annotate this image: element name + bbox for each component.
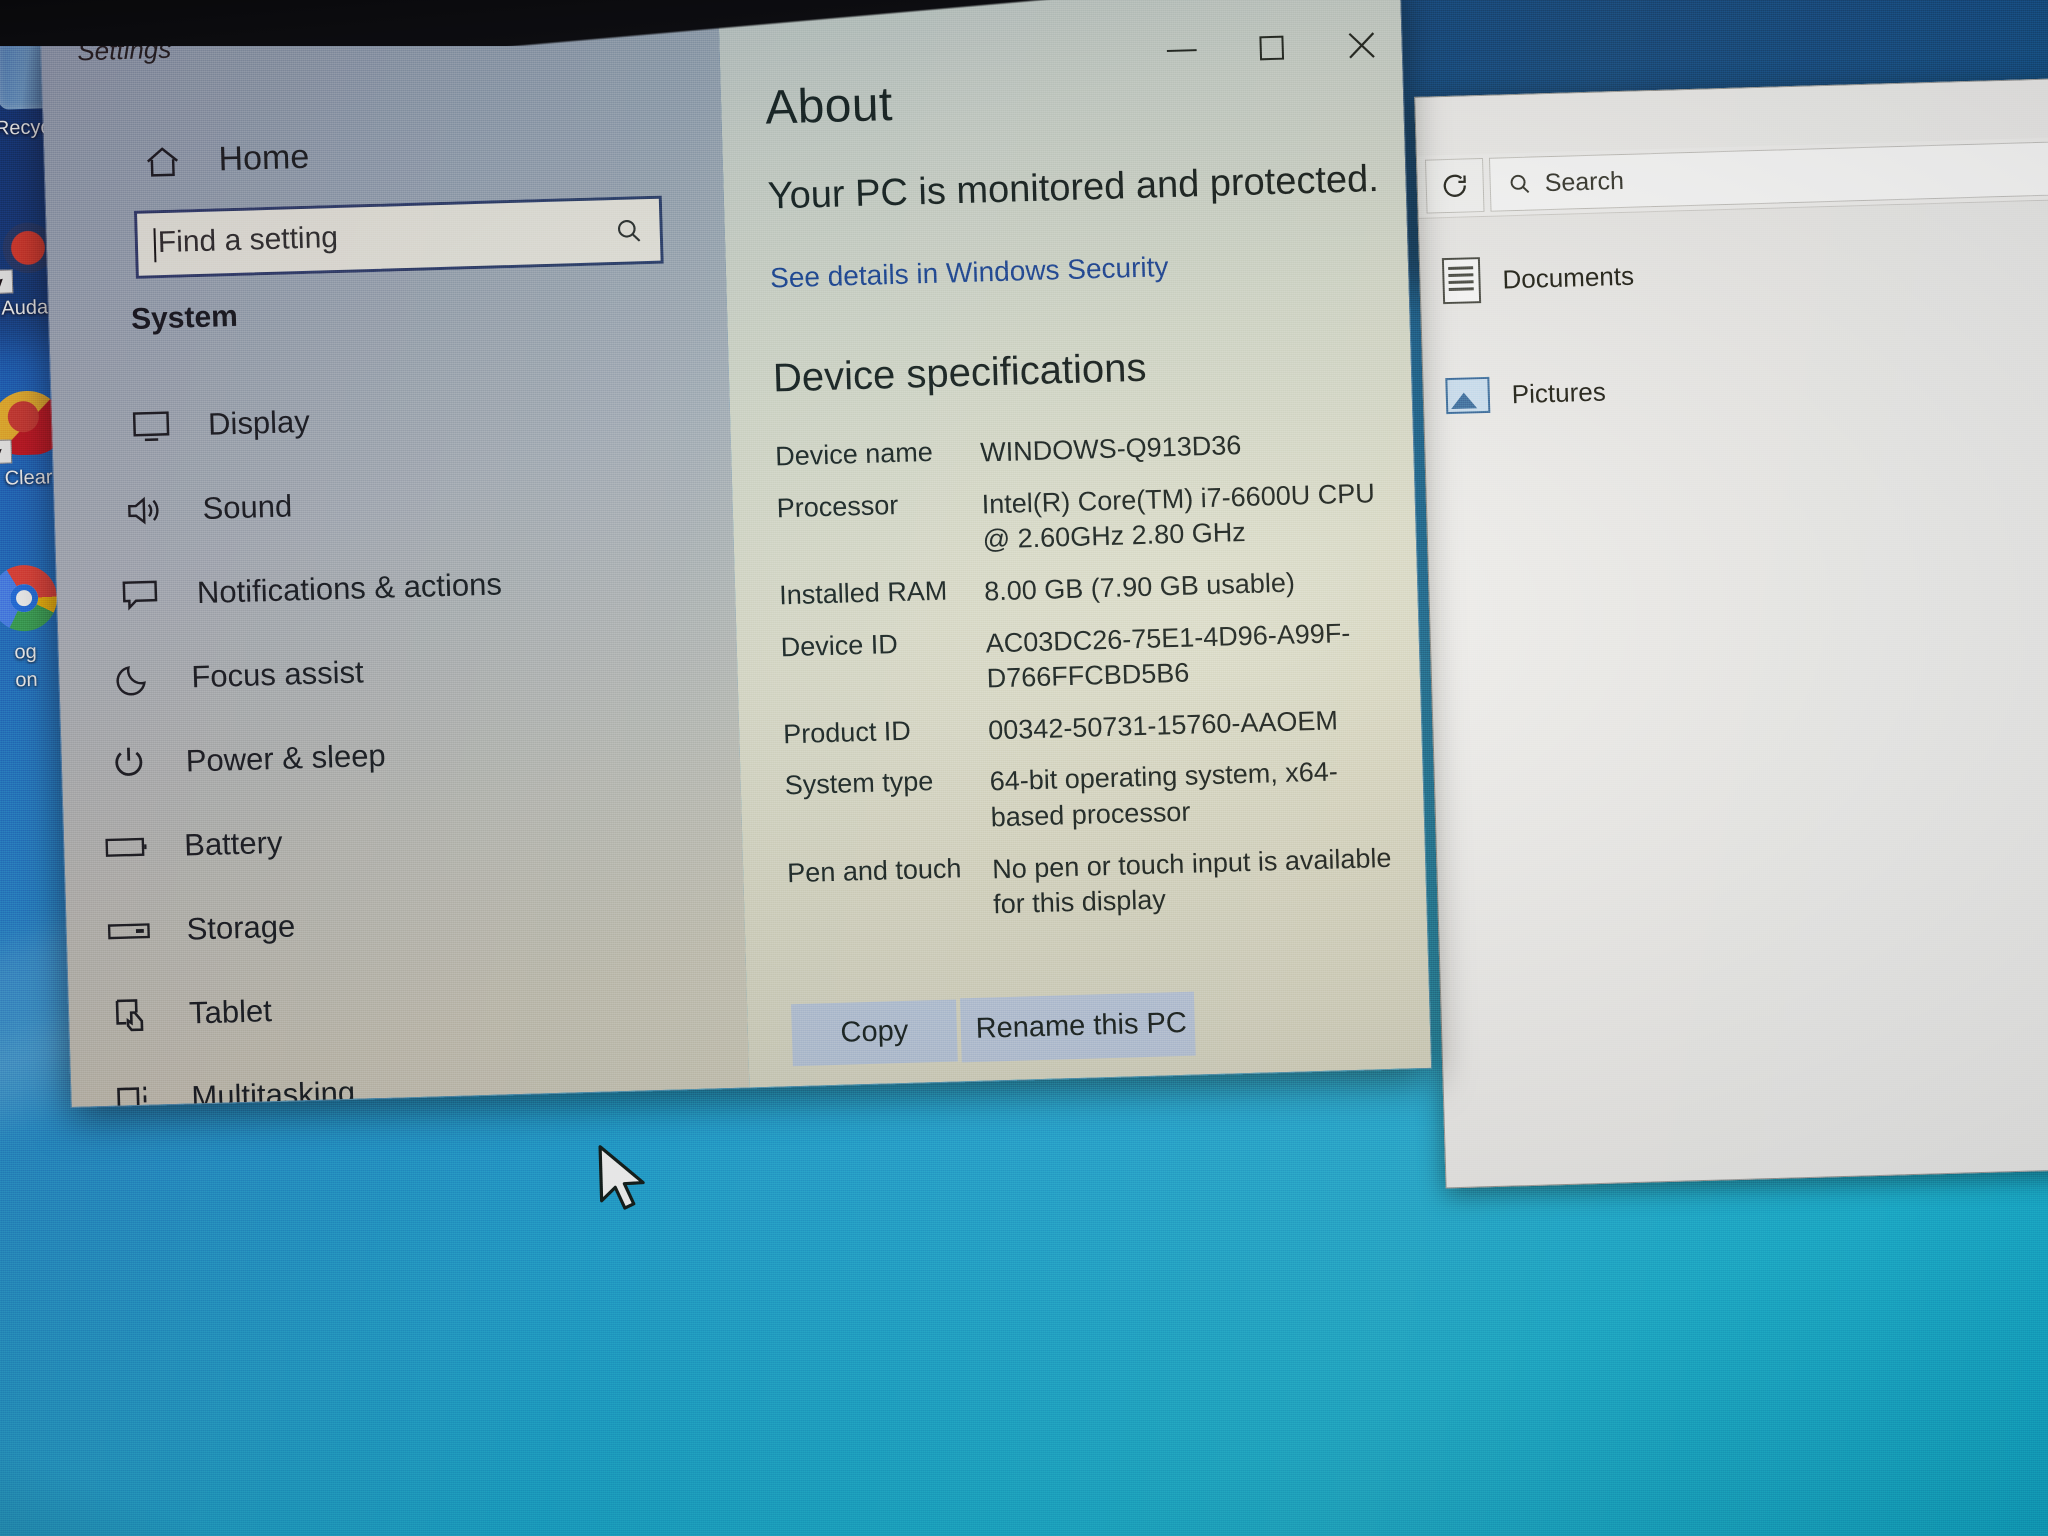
spec-row: System type 64-bit operating system, x64… bbox=[784, 753, 1404, 842]
sidebar-section-header: System bbox=[130, 299, 239, 336]
spec-value: AC03DC26-75E1-4D96-A99F-D766FFCBD5B6 bbox=[985, 617, 1351, 694]
refresh-icon[interactable] bbox=[1425, 157, 1485, 214]
settings-content: About Your PC is monitored and protected… bbox=[718, 0, 1432, 1088]
speaker-icon bbox=[122, 493, 169, 528]
spec-key: Device name bbox=[774, 436, 934, 472]
sidebar-item-label: Power & sleep bbox=[185, 737, 387, 779]
screen-photo: Recycle Audac Clear og on Search Documen… bbox=[0, 0, 2048, 1536]
spec-row: Pen and touch No pen or touch input is a… bbox=[787, 840, 1407, 929]
explorer-item-label: Pictures bbox=[1511, 376, 1607, 409]
sidebar-item-label: Battery bbox=[183, 824, 283, 863]
spec-value: 8.00 GB (7.90 GB usable) bbox=[983, 567, 1296, 607]
monitor-bezel-top-curve bbox=[0, 0, 2048, 46]
spec-row: Processor Intel(R) Core(TM) i7-6600U CPU… bbox=[776, 475, 1396, 564]
document-icon bbox=[1441, 257, 1482, 305]
spec-row: Device name WINDOWS-Q913D36 bbox=[775, 424, 1394, 477]
mouse-cursor bbox=[598, 1145, 645, 1210]
explorer-search-input[interactable]: Search bbox=[1488, 140, 2048, 212]
shortcut-overlay-icon bbox=[0, 269, 14, 295]
rename-this-pc-button[interactable]: Rename this PC bbox=[960, 991, 1197, 1063]
sidebar-item-label: Tablet bbox=[188, 993, 273, 1031]
battery-icon bbox=[104, 834, 151, 861]
spec-key: Processor bbox=[776, 489, 899, 524]
spec-key: Device ID bbox=[780, 628, 899, 662]
shortcut-overlay-icon bbox=[0, 439, 13, 465]
sidebar-item-label: Multitasking bbox=[190, 1074, 356, 1109]
spec-key: System type bbox=[784, 766, 934, 801]
spec-row: Product ID 00342-50731-15760-AAOEM bbox=[783, 701, 1402, 754]
about-pane: About Your PC is monitored and protected… bbox=[764, 63, 1416, 1108]
explorer-item-label: Documents bbox=[1502, 260, 1635, 294]
sidebar-nav-list: Display Sound Notifications & actions Fo… bbox=[91, 368, 751, 1109]
drive-icon bbox=[106, 920, 153, 943]
explorer-list-item[interactable]: Documents bbox=[1419, 225, 2048, 319]
spec-row: Device ID AC03DC26-75E1-4D96-A99F-D766FF… bbox=[780, 614, 1400, 703]
spec-value: WINDOWS-Q913D36 bbox=[979, 430, 1242, 468]
desktop-screen: Recycle Audac Clear og on Search Documen… bbox=[0, 0, 2048, 1536]
moon-icon bbox=[111, 660, 158, 697]
power-icon bbox=[105, 744, 152, 783]
protection-status: Your PC is monitored and protected. bbox=[767, 157, 1380, 218]
picture-icon bbox=[1445, 376, 1491, 415]
spec-key: Installed RAM bbox=[778, 575, 948, 611]
settings-sidebar: Settings Home Find a setting System Disp… bbox=[40, 0, 751, 1109]
spec-value: No pen or touch input is available for t… bbox=[991, 842, 1392, 920]
spec-value: Intel(R) Core(TM) i7-6600U CPU @ 2.60GHz… bbox=[981, 477, 1376, 555]
sidebar-item-label: Storage bbox=[186, 908, 296, 947]
sidebar-item-label: Sound bbox=[202, 488, 293, 526]
spec-key: Product ID bbox=[782, 715, 912, 750]
sidebar-home-label: Home bbox=[217, 137, 310, 179]
search-placeholder: Find a setting bbox=[153, 221, 338, 262]
sidebar-item-home[interactable]: Home bbox=[142, 138, 310, 182]
spec-key: Pen and touch bbox=[786, 852, 962, 888]
sidebar-item-label: Focus assist bbox=[190, 654, 365, 695]
spec-value: 64-bit operating system, x64-based proce… bbox=[989, 756, 1339, 833]
home-icon bbox=[142, 143, 183, 180]
sidebar-item-label: Display bbox=[207, 403, 311, 442]
windows-security-link[interactable]: See details in Windows Security bbox=[770, 245, 1389, 295]
search-icon bbox=[617, 219, 641, 242]
multitasking-icon bbox=[111, 1081, 158, 1109]
file-explorer-window[interactable]: Search Documents Pictures bbox=[1414, 76, 2048, 1189]
monitor-icon bbox=[128, 409, 175, 444]
chrome-icon bbox=[0, 564, 61, 638]
search-input[interactable]: Find a setting bbox=[133, 195, 664, 279]
chat-bubble-icon bbox=[117, 577, 164, 612]
explorer-search-placeholder: Search bbox=[1544, 166, 1625, 197]
spec-row: Installed RAM 8.00 GB (7.90 GB usable) bbox=[779, 562, 1398, 615]
sidebar-item-label: Notifications & actions bbox=[196, 566, 503, 611]
tablet-touch-icon bbox=[109, 996, 156, 1035]
device-specifications-heading: Device specifications bbox=[772, 345, 1148, 401]
settings-window[interactable]: Settings Home Find a setting System Disp… bbox=[39, 0, 1433, 1109]
copy-button[interactable]: Copy bbox=[791, 999, 958, 1067]
spec-value: 00342-50731-15760-AAOEM bbox=[987, 705, 1339, 746]
search-icon bbox=[1510, 174, 1530, 194]
page-title: About bbox=[764, 77, 894, 135]
device-specifications-table: Device name WINDOWS-Q913D36 Processor In… bbox=[775, 424, 1407, 929]
explorer-content: Documents Pictures bbox=[1419, 199, 2048, 429]
explorer-list-item[interactable]: Pictures bbox=[1423, 345, 2048, 429]
